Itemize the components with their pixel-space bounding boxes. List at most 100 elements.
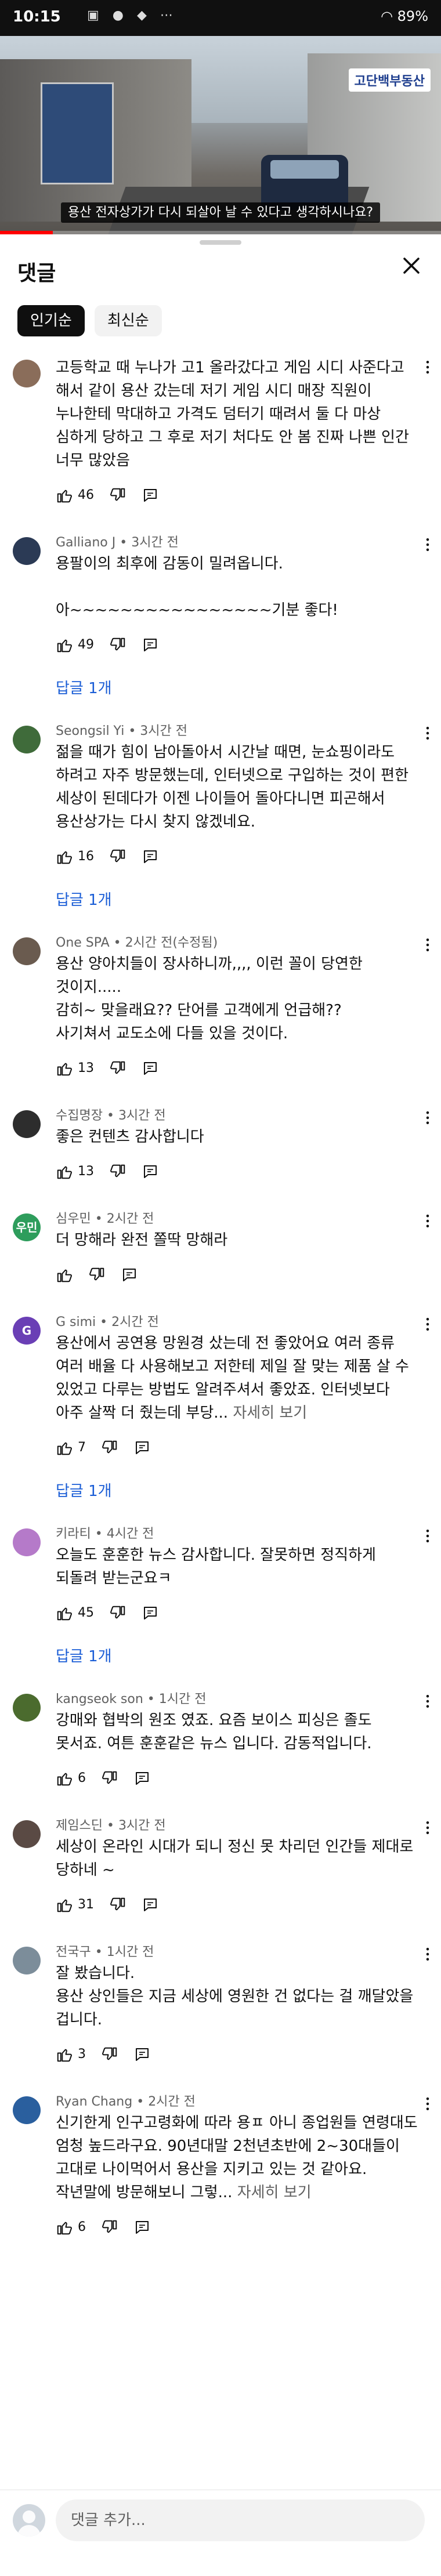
like-button[interactable] <box>56 629 73 661</box>
dislike-button[interactable] <box>109 479 126 512</box>
comment-menu-button[interactable] <box>419 1109 436 1129</box>
comment-menu-button[interactable] <box>419 936 436 956</box>
commenter-avatar[interactable] <box>13 937 41 965</box>
tab-top[interactable]: 인기순 <box>17 305 85 336</box>
commenter-avatar[interactable] <box>13 726 41 753</box>
comment-menu-button[interactable] <box>419 1819 436 1839</box>
commenter-avatar[interactable] <box>13 1947 41 1974</box>
reply-button[interactable] <box>142 1597 159 1629</box>
reply-icon <box>142 849 159 864</box>
comment-time: 3시간 전 <box>118 1108 166 1123</box>
comment-menu-button[interactable] <box>419 724 436 744</box>
reply-button[interactable] <box>133 1432 151 1464</box>
commenter-avatar[interactable] <box>13 1694 41 1722</box>
commenter-avatar[interactable]: 우민 <box>13 1213 41 1241</box>
dislike-button[interactable] <box>109 1155 126 1188</box>
thumbs-up-icon <box>56 849 73 864</box>
reply-button[interactable] <box>142 629 159 661</box>
reply-button[interactable] <box>142 1052 159 1085</box>
comment-item: 제임스딘 • 3시간 전 세상이 온라인 시대가 되니 정신 못 차리던 인간들 … <box>0 1817 441 1943</box>
like-button[interactable] <box>56 1432 73 1464</box>
comment-menu-button[interactable] <box>419 1945 436 1965</box>
comment-author[interactable]: 심우민 <box>56 1212 91 1226</box>
comment-menu-button[interactable] <box>419 1212 436 1232</box>
dislike-button[interactable] <box>88 1259 106 1291</box>
like-button[interactable] <box>56 1259 73 1291</box>
commenter-avatar[interactable] <box>13 537 41 565</box>
drag-handle[interactable] <box>200 240 241 245</box>
panel-title: 댓글 <box>17 262 56 285</box>
dislike-button[interactable] <box>101 2038 118 2071</box>
comment-author[interactable]: Ryan Chang <box>56 2095 132 2109</box>
comment-author[interactable]: 제임스딘 <box>56 1818 103 1833</box>
comment-author[interactable]: G simi <box>56 1315 96 1329</box>
comment-menu-button[interactable] <box>419 536 436 556</box>
comment-menu-button[interactable] <box>419 1527 436 1547</box>
user-avatar[interactable] <box>13 2504 45 2537</box>
comment-author[interactable]: 수집명장 <box>56 1108 103 1123</box>
like-button[interactable] <box>56 840 73 873</box>
dislike-button[interactable] <box>109 1052 126 1085</box>
dislike-button[interactable] <box>109 1597 126 1629</box>
like-button[interactable] <box>56 1155 73 1188</box>
commenter-avatar[interactable] <box>13 1820 41 1848</box>
comment-item: 고등학교 때 누나가 고1 올라갔다고 게임 시디 사준다고 해서 같이 용산 … <box>0 356 441 534</box>
comment-time: 2시간 전 <box>111 1315 159 1329</box>
dislike-button[interactable] <box>109 840 126 873</box>
close-icon[interactable] <box>398 254 425 281</box>
comment-menu-button[interactable] <box>419 1693 436 1712</box>
comment-author[interactable]: kangseok son <box>56 1692 143 1707</box>
view-replies-link[interactable]: 답글 1개 <box>56 676 112 698</box>
like-button[interactable] <box>56 1889 73 1921</box>
read-more-link[interactable]: 자세히 보기 <box>237 2184 312 2201</box>
commenter-avatar[interactable]: G <box>13 1317 41 1345</box>
comment-menu-button[interactable] <box>419 358 436 378</box>
comment-menu-button[interactable] <box>419 1316 436 1335</box>
like-button[interactable] <box>56 2038 73 2071</box>
comment-time: 2시간 전 <box>106 1212 154 1226</box>
like-count: 45 <box>78 1606 94 1620</box>
dislike-button[interactable] <box>109 629 126 661</box>
commenter-avatar[interactable] <box>13 360 41 387</box>
tab-newest[interactable]: 최신순 <box>94 305 162 336</box>
reply-button[interactable] <box>133 2211 151 2244</box>
commenter-avatar[interactable] <box>13 2096 41 2124</box>
comment-meta: Galliano J • 3시간 전 <box>56 535 179 550</box>
view-replies-link[interactable]: 답글 1개 <box>56 888 112 910</box>
reply-button[interactable] <box>133 2038 151 2071</box>
dislike-button[interactable] <box>101 2211 118 2244</box>
like-button[interactable] <box>56 479 73 512</box>
dislike-button[interactable] <box>101 1762 118 1795</box>
thumbs-up-icon <box>56 1267 73 1282</box>
video-player[interactable]: 고단백부동산 용산 전자상가가 다시 되살아 날 수 있다고 생각하시나요? <box>0 36 441 234</box>
commenter-avatar[interactable] <box>13 1110 41 1138</box>
comment-author[interactable]: Seongsil Yi <box>56 724 124 738</box>
like-button[interactable] <box>56 2211 73 2244</box>
reply-button[interactable] <box>142 840 159 873</box>
like-button[interactable] <box>56 1762 73 1795</box>
comment-author[interactable]: Galliano J <box>56 535 115 550</box>
dislike-button[interactable] <box>109 1889 126 1921</box>
comment-author[interactable]: One SPA <box>56 936 110 950</box>
reply-button[interactable] <box>133 1762 151 1795</box>
reply-button[interactable] <box>142 1889 159 1921</box>
commenter-avatar[interactable] <box>13 1528 41 1556</box>
like-button[interactable] <box>56 1597 73 1629</box>
reply-button[interactable] <box>121 1259 138 1291</box>
thumbs-up-icon <box>56 2220 73 2235</box>
dislike-button[interactable] <box>101 1432 118 1464</box>
comment-author[interactable]: 키라티 <box>56 1527 91 1541</box>
reply-button[interactable] <box>142 479 159 512</box>
read-more-link[interactable]: 자세히 보기 <box>233 1404 307 1422</box>
comment-spacer <box>56 1795 418 1817</box>
reply-button[interactable] <box>142 1155 159 1188</box>
comment-author[interactable]: 전국구 <box>56 1945 91 1959</box>
comment-menu-button[interactable] <box>419 2095 436 2115</box>
wifi-icon: ◠ <box>381 8 393 24</box>
battery-level: 89% <box>397 8 428 24</box>
like-button[interactable] <box>56 1052 73 1085</box>
comment-meta: Ryan Chang • 2시간 전 <box>56 2095 196 2109</box>
view-replies-link[interactable]: 답글 1개 <box>56 1644 112 1666</box>
add-comment-input[interactable]: 댓글 추가... <box>56 2499 425 2541</box>
view-replies-link[interactable]: 답글 1개 <box>56 1479 112 1501</box>
